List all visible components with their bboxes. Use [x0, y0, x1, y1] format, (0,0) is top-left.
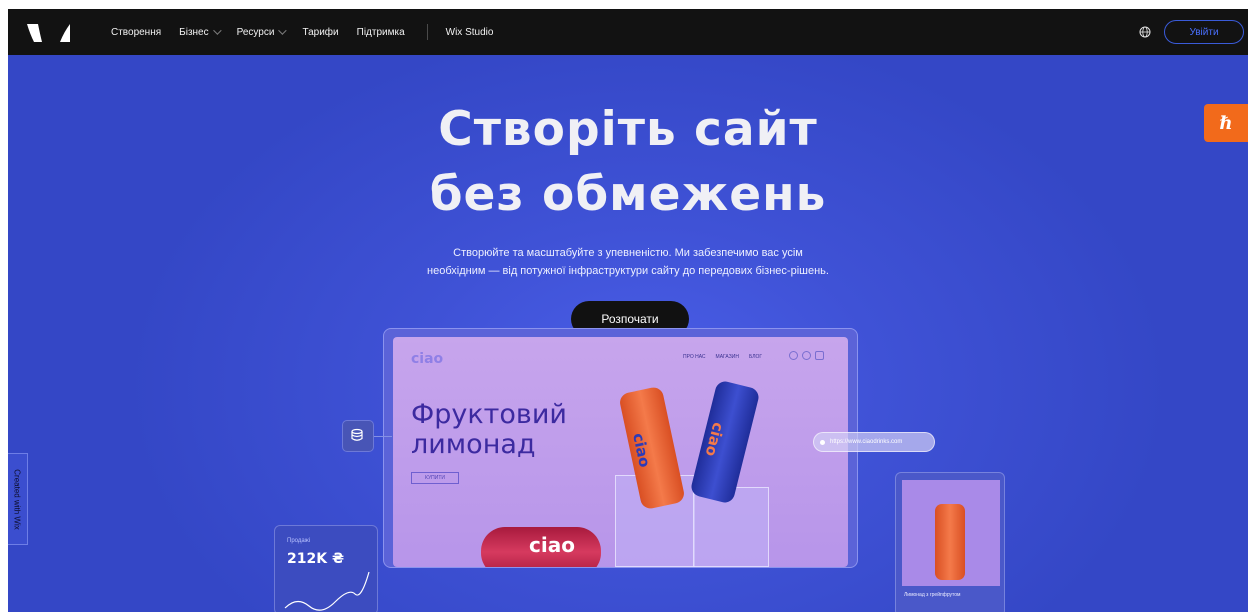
mockup-nav-item: ПРО НАС	[683, 354, 706, 360]
nav-item-label: Тарифи	[302, 26, 339, 38]
database-icon	[342, 420, 374, 452]
mockup-brand-logo: ciao	[411, 351, 444, 367]
globe-icon[interactable]	[1139, 26, 1151, 38]
can-label: ciao	[529, 533, 575, 557]
mockup-buy-button: КУПИТИ	[411, 472, 459, 484]
nav-item-label: Створення	[111, 26, 162, 38]
hero-title-line1: Створіть сайт	[438, 102, 818, 157]
nav-item-business[interactable]: Бізнес	[179, 26, 222, 38]
sales-card: Продажі 212K ₴	[274, 525, 378, 612]
top-nav-bar: Створення Бізнес Ресурси Тарифи Підтримк…	[8, 9, 1248, 55]
page: Створення Бізнес Ресурси Тарифи Підтримк…	[0, 0, 1248, 612]
user-icon	[802, 351, 811, 360]
blue-can-image: ciao	[689, 379, 761, 505]
can-label: ciao	[701, 420, 728, 459]
sales-label: Продажі	[287, 538, 311, 544]
created-with-label: Created with Wix	[13, 468, 22, 530]
nav-item-resources[interactable]: Ресурси	[236, 26, 288, 38]
main-nav: Створення Бізнес Ресурси Тарифи Підтримк…	[111, 9, 511, 55]
nav-item-support[interactable]: Підтримка	[357, 27, 405, 38]
nav-item-label: Wix Studio	[445, 26, 494, 38]
nav-divider	[426, 24, 428, 40]
nav-item-label: Підтримка	[356, 26, 405, 38]
mockup-nav-item: БЛОГ	[748, 354, 763, 360]
hero-title-line2: без обмежень	[429, 167, 827, 222]
mockup-title-line1: Фруктовий	[411, 399, 567, 430]
hero-subtitle: Створюйте та масштабуйте з упевненістю. …	[8, 244, 1248, 280]
chevron-down-icon	[278, 26, 288, 35]
cart-icon	[815, 351, 824, 360]
created-with-wix-badge[interactable]: Created with Wix	[8, 453, 28, 545]
red-can-image: ciao	[481, 527, 601, 567]
nav-item-pricing[interactable]: Тарифи	[302, 27, 338, 38]
nav-item-wix-studio[interactable]: Wix Studio	[446, 27, 494, 38]
mockup-title: Фруктовий лимонад	[411, 400, 567, 460]
can-label: ciao	[629, 431, 654, 469]
chevron-down-icon	[212, 26, 222, 35]
product-image	[902, 480, 1000, 586]
login-button[interactable]: Увійти	[1164, 20, 1244, 44]
connector-line	[374, 436, 392, 437]
mockup-nav: ПРО НАС МАГАЗИН БЛОГ	[683, 354, 772, 360]
hire-badge-button[interactable]: ℏ	[1204, 104, 1248, 142]
search-icon	[789, 351, 798, 360]
wix-logo-icon[interactable]	[26, 22, 80, 44]
product-can-image	[935, 504, 965, 580]
mockup-nav-item: МАГАЗИН	[715, 354, 739, 360]
nav-item-label: Бізнес	[179, 26, 209, 38]
mockup-nav-icons	[789, 351, 824, 360]
nav-item-label: Ресурси	[236, 26, 275, 38]
database-glyph-icon	[351, 428, 363, 441]
url-text: https://www.ciaodrinks.com	[830, 439, 903, 445]
product-card: Лимонад з грейпфрутом	[895, 472, 1005, 612]
nav-item-create[interactable]: Створення	[111, 27, 161, 38]
sales-value: 212K ₴	[287, 551, 344, 567]
url-pill: https://www.ciaodrinks.com	[813, 432, 935, 452]
hero-subtitle-line2: необхідним — від потужної інфраструктури…	[427, 265, 829, 277]
sales-trend-line	[284, 571, 370, 611]
url-dot-icon	[820, 440, 825, 445]
mockup-screen: ciao ПРО НАС МАГАЗИН БЛОГ Фруктовий лимо…	[393, 337, 848, 567]
mockup-title-line2: лимонад	[411, 429, 536, 460]
hero-subtitle-line1: Створюйте та масштабуйте з упевненістю. …	[453, 247, 803, 259]
product-caption: Лимонад з грейпфрутом	[904, 592, 961, 598]
